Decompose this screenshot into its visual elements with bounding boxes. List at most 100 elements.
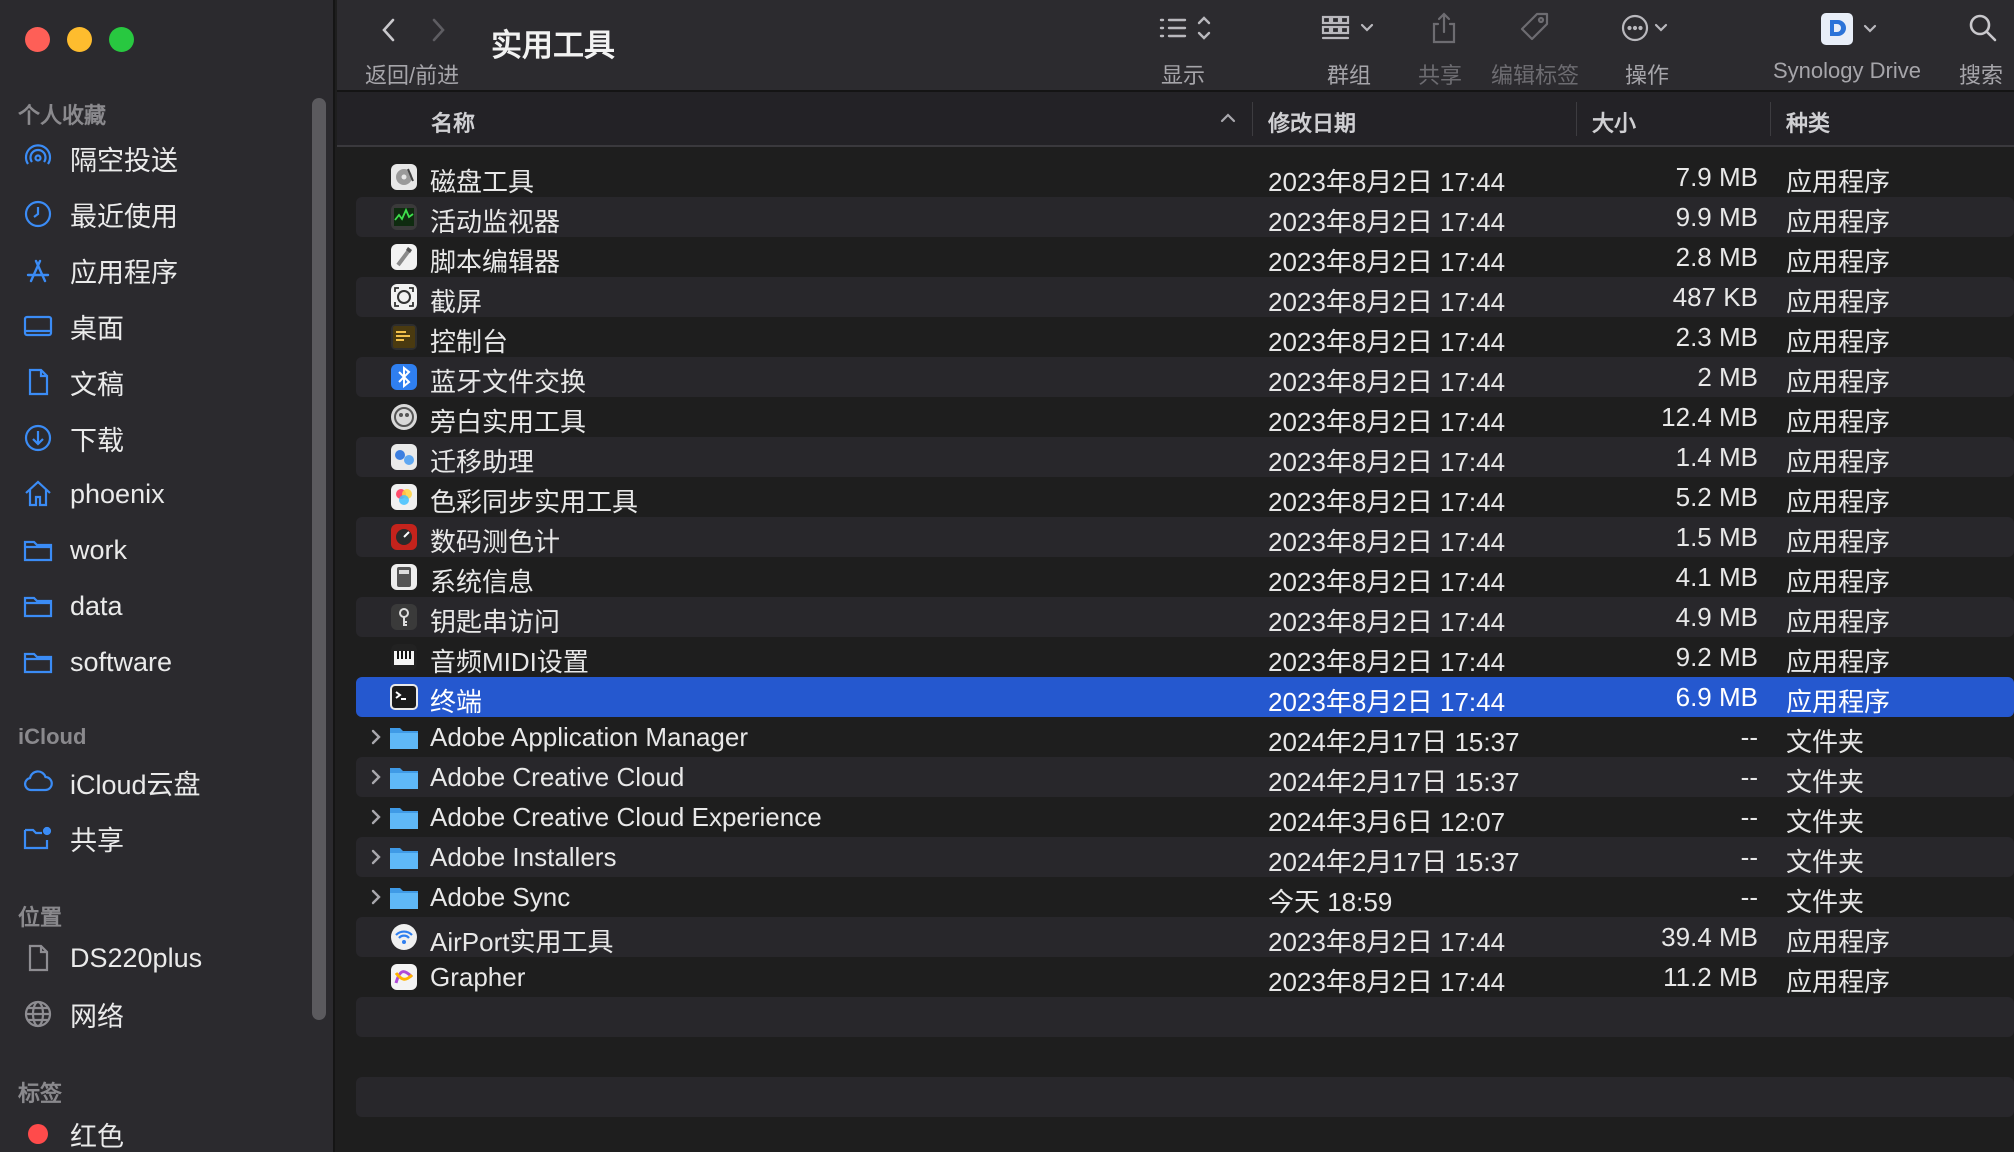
column-name-header[interactable]: 名称	[431, 106, 475, 138]
sidebar-item-work[interactable]: work	[22, 527, 312, 573]
file-kind: 应用程序	[1786, 207, 1891, 237]
empty-row	[356, 1077, 2014, 1117]
sidebar-item-data[interactable]: data	[22, 583, 312, 629]
sidebar-item-airdrop[interactable]: 隔空投送	[22, 135, 312, 181]
sidebar-item-software[interactable]: software	[22, 639, 312, 685]
file-size: --	[1740, 842, 1758, 872]
file-date: 2023年8月2日 17:44	[1268, 167, 1506, 197]
sidebar-item-applications[interactable]: 应用程序	[22, 247, 312, 293]
share-button[interactable]	[1426, 10, 1462, 46]
column-separator[interactable]	[1770, 102, 1771, 136]
file-row[interactable]: 音频MIDI设置 2023年8月2日 17:44 9.2 MB 应用程序	[356, 637, 2014, 677]
console-icon	[388, 321, 420, 353]
document-icon	[28, 368, 49, 396]
folder-row[interactable]: Adobe Creative Cloud 2024年2月17日 15:37 -- 文件…	[356, 757, 2014, 797]
folder-icon	[388, 841, 420, 873]
folder-row[interactable]: Adobe Sync 今天 18:59 -- 文件夹	[356, 877, 2014, 917]
sort-ascending-icon[interactable]	[1218, 108, 1238, 134]
colorsync-icon	[388, 481, 420, 513]
disclosure-chevron-icon[interactable]	[364, 723, 390, 751]
file-row[interactable]: 旁白实用工具 2023年8月2日 17:44 12.4 MB 应用程序	[356, 397, 2014, 437]
zoom-button[interactable]	[109, 27, 134, 52]
file-size: 2.3 MB	[1675, 322, 1758, 352]
file-row[interactable]: 脚本编辑器 2023年8月2日 17:44 2.8 MB 应用程序	[356, 237, 2014, 277]
disclosure-chevron-icon[interactable]	[364, 803, 390, 831]
file-row[interactable]: 数码测色计 2023年8月2日 17:44 1.5 MB 应用程序	[356, 517, 2014, 557]
minimize-button[interactable]	[67, 27, 92, 52]
folder-icon	[388, 881, 420, 913]
column-date-header[interactable]: 修改日期	[1268, 106, 1356, 138]
group-button[interactable]	[1319, 10, 1383, 46]
sidebar-item-downloads[interactable]: 下载	[22, 415, 312, 461]
folder-row[interactable]: Adobe Installers 2024年2月17日 15:37 -- 文件夹	[356, 837, 2014, 877]
column-size-header[interactable]: 大小	[1592, 106, 1636, 138]
sidebar-item-home[interactable]: phoenix	[22, 471, 312, 517]
sidebar-item-recents[interactable]: 最近使用	[22, 191, 312, 237]
file-row[interactable]: 迁移助理 2023年8月2日 17:44 1.4 MB 应用程序	[356, 437, 2014, 477]
disclosure-chevron-icon[interactable]	[364, 763, 390, 791]
file-size: 12.4 MB	[1661, 402, 1758, 432]
sidebar-section-icloud: iCloud	[18, 724, 87, 749]
file-row[interactable]: 系统信息 2023年8月2日 17:44 4.1 MB 应用程序	[356, 557, 2014, 597]
file-row[interactable]: 终端 2023年8月2日 17:44 6.9 MB 应用程序	[356, 677, 2014, 717]
file-row[interactable]: 色彩同步实用工具 2023年8月2日 17:44 5.2 MB 应用程序	[356, 477, 2014, 517]
share-icon	[1432, 12, 1456, 44]
column-separator[interactable]	[1252, 102, 1253, 136]
file-row[interactable]: 钥匙串访问 2023年8月2日 17:44 4.9 MB 应用程序	[356, 597, 2014, 637]
toolbar: 返回/前进 实用工具 显示 群组 共享 编辑标签 操作 Synology Dri…	[337, 0, 2014, 92]
file-row[interactable]: 蓝牙文件交换 2023年8月2日 17:44 2 MB 应用程序	[356, 357, 2014, 397]
chevron-left-icon	[382, 18, 395, 42]
sidebar-item-ds220plus[interactable]: DS220plus	[22, 935, 312, 981]
file-name: 磁盘工具	[430, 167, 535, 197]
file-row[interactable]: 活动监视器 2023年8月2日 17:44 9.9 MB 应用程序	[356, 197, 2014, 237]
sidebar-item-icloud-drive[interactable]: iCloud云盘	[22, 759, 312, 805]
folder-row[interactable]: Adobe Application Manager 2024年2月17日 15:3…	[356, 717, 2014, 757]
sidebar-item-documents[interactable]: 文稿	[22, 359, 312, 405]
file-row[interactable]: AirPort实用工具 2023年8月2日 17:44 39.4 MB 应用程序	[356, 917, 2014, 957]
sidebar-item-network[interactable]: 网络	[22, 991, 312, 1037]
action-button[interactable]	[1619, 10, 1683, 46]
column-separator[interactable]	[1576, 102, 1577, 136]
view-button[interactable]	[1155, 10, 1219, 46]
column-header: 名称 修改日期 大小 种类	[337, 92, 2014, 147]
file-kind: 应用程序	[1786, 247, 1891, 277]
sidebar-item-desktop[interactable]: 桌面	[22, 303, 312, 349]
sidebar-item-tag-red[interactable]: 红色	[22, 1111, 312, 1152]
file-name: Adobe Sync	[430, 882, 571, 912]
file-row[interactable]: Grapher 2023年8月2日 17:44 11.2 MB 应用程序	[356, 957, 2014, 997]
search-button[interactable]	[1965, 10, 2001, 46]
script-editor-icon	[388, 241, 420, 273]
red-tag-icon	[28, 1124, 48, 1144]
voiceover-icon	[388, 401, 420, 433]
file-row[interactable]: 截屏 2023年8月2日 17:44 487 KB 应用程序	[356, 277, 2014, 317]
file-size: --	[1740, 882, 1758, 912]
edit-tags-button[interactable]	[1517, 10, 1553, 46]
column-kind-header[interactable]: 种类	[1786, 106, 1830, 138]
file-kind: 应用程序	[1786, 607, 1891, 637]
file-row[interactable]: 磁盘工具 2023年8月2日 17:44 7.9 MB 应用程序	[356, 157, 2014, 197]
file-date: 2024年3月6日 12:07	[1268, 807, 1506, 837]
window-controls	[25, 27, 134, 52]
file-kind: 文件夹	[1786, 727, 1865, 757]
back-button[interactable]	[377, 14, 401, 51]
file-date: 2023年8月2日 17:44	[1268, 927, 1506, 957]
file-name: 终端	[430, 687, 483, 717]
forward-button[interactable]	[426, 14, 450, 51]
sidebar-item-shared[interactable]: 共享	[22, 815, 312, 861]
file-name: Adobe Application Manager	[430, 722, 749, 752]
document-icon	[28, 944, 49, 972]
folder-row[interactable]: Adobe Creative Cloud Experience 2024年3月6日…	[356, 797, 2014, 837]
file-kind: 文件夹	[1786, 807, 1865, 837]
disclosure-chevron-icon[interactable]	[364, 883, 390, 911]
synology-drive-icon	[1821, 13, 1877, 45]
disclosure-chevron-icon[interactable]	[364, 843, 390, 871]
share-label: 共享	[1418, 63, 1463, 88]
shared-folder-icon	[23, 826, 52, 850]
file-name: Grapher	[430, 962, 526, 992]
file-row[interactable]: 控制台 2023年8月2日 17:44 2.3 MB 应用程序	[356, 317, 2014, 357]
close-button[interactable]	[25, 27, 50, 52]
sidebar-scrollbar[interactable]	[312, 98, 326, 1020]
sidebar-item-label: 网络	[70, 1001, 124, 1032]
synology-drive-button[interactable]	[1819, 10, 1889, 48]
file-kind: 应用程序	[1786, 407, 1891, 437]
